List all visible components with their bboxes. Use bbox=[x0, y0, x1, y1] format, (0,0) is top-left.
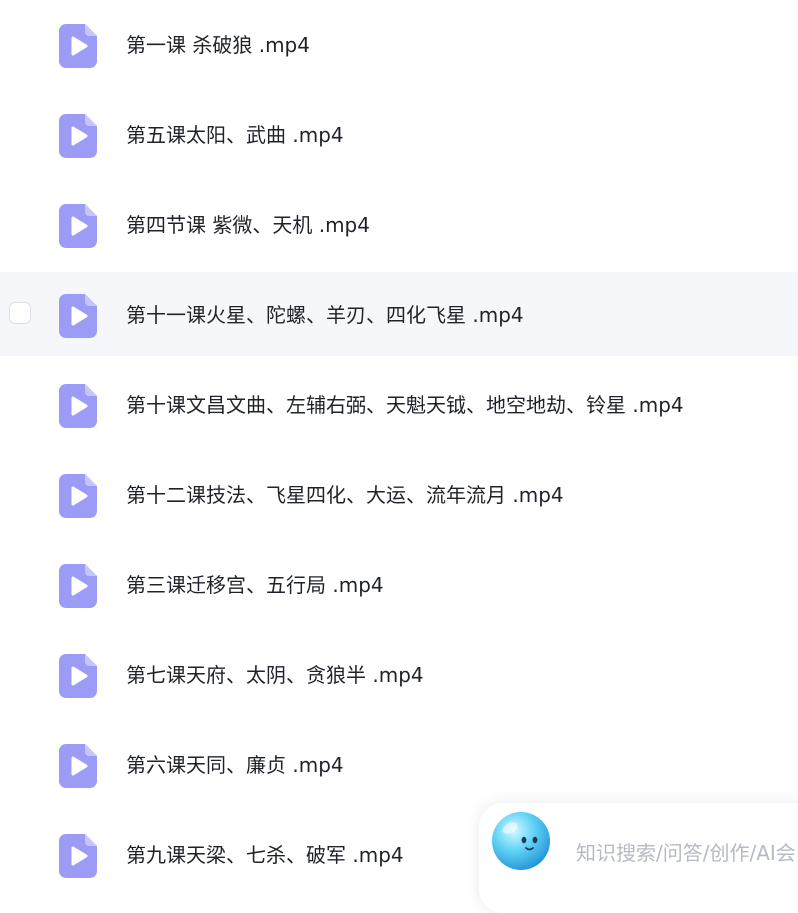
file-row[interactable]: 第四节课 紫微、天机 .mp4 bbox=[0, 182, 798, 266]
file-name[interactable]: 第三课迁移宫、五行局 .mp4 bbox=[126, 571, 384, 599]
file-row-hovered[interactable]: 第十一课火星、陀螺、羊刃、四化飞星 .mp4 bbox=[0, 272, 798, 356]
file-name[interactable]: 第九课天梁、七杀、破军 .mp4 bbox=[126, 841, 404, 869]
select-checkbox[interactable] bbox=[9, 302, 31, 324]
assistant-search-input[interactable]: 知识搜索/问答/创作/AI会 bbox=[576, 839, 796, 867]
video-file-icon bbox=[59, 204, 97, 248]
file-row[interactable]: 第一课 杀破狼 .mp4 bbox=[0, 2, 798, 86]
file-row[interactable]: 第五课太阳、武曲 .mp4 bbox=[0, 92, 798, 176]
ai-assistant-widget[interactable]: 知识搜索/问答/创作/AI会 bbox=[479, 803, 798, 913]
video-file-icon bbox=[59, 24, 97, 68]
video-file-icon bbox=[59, 744, 97, 788]
file-list: 第一课 杀破狼 .mp4 第五课太阳、武曲 .mp4 第四节课 紫微、天机 .m… bbox=[0, 0, 798, 894]
video-file-icon bbox=[59, 564, 97, 608]
file-name[interactable]: 第七课天府、太阴、贪狼半 .mp4 bbox=[126, 661, 424, 689]
ai-assistant-mascot-icon[interactable] bbox=[487, 807, 553, 873]
file-row[interactable]: 第七课天府、太阴、贪狼半 .mp4 bbox=[0, 632, 798, 716]
video-file-icon bbox=[59, 294, 97, 338]
file-row[interactable]: 第十二课技法、飞星四化、大运、流年流月 .mp4 bbox=[0, 452, 798, 536]
video-file-icon bbox=[59, 474, 97, 518]
file-name[interactable]: 第十一课火星、陀螺、羊刃、四化飞星 .mp4 bbox=[126, 301, 524, 329]
file-row[interactable]: 第十课文昌文曲、左辅右弼、天魁天钺、地空地劫、铃星 .mp4 bbox=[0, 362, 798, 446]
file-name[interactable]: 第十二课技法、飞星四化、大运、流年流月 .mp4 bbox=[126, 481, 564, 509]
file-row[interactable]: 第六课天同、廉贞 .mp4 bbox=[0, 722, 798, 806]
file-name[interactable]: 第四节课 紫微、天机 .mp4 bbox=[126, 211, 370, 239]
video-file-icon bbox=[59, 654, 97, 698]
video-file-icon bbox=[59, 384, 97, 428]
file-name[interactable]: 第五课太阳、武曲 .mp4 bbox=[126, 121, 344, 149]
file-name[interactable]: 第六课天同、廉贞 .mp4 bbox=[126, 751, 344, 779]
video-file-icon bbox=[59, 834, 97, 878]
file-row[interactable]: 第三课迁移宫、五行局 .mp4 bbox=[0, 542, 798, 626]
video-file-icon bbox=[59, 114, 97, 158]
file-name[interactable]: 第一课 杀破狼 .mp4 bbox=[126, 31, 310, 59]
file-name[interactable]: 第十课文昌文曲、左辅右弼、天魁天钺、地空地劫、铃星 .mp4 bbox=[126, 391, 684, 419]
